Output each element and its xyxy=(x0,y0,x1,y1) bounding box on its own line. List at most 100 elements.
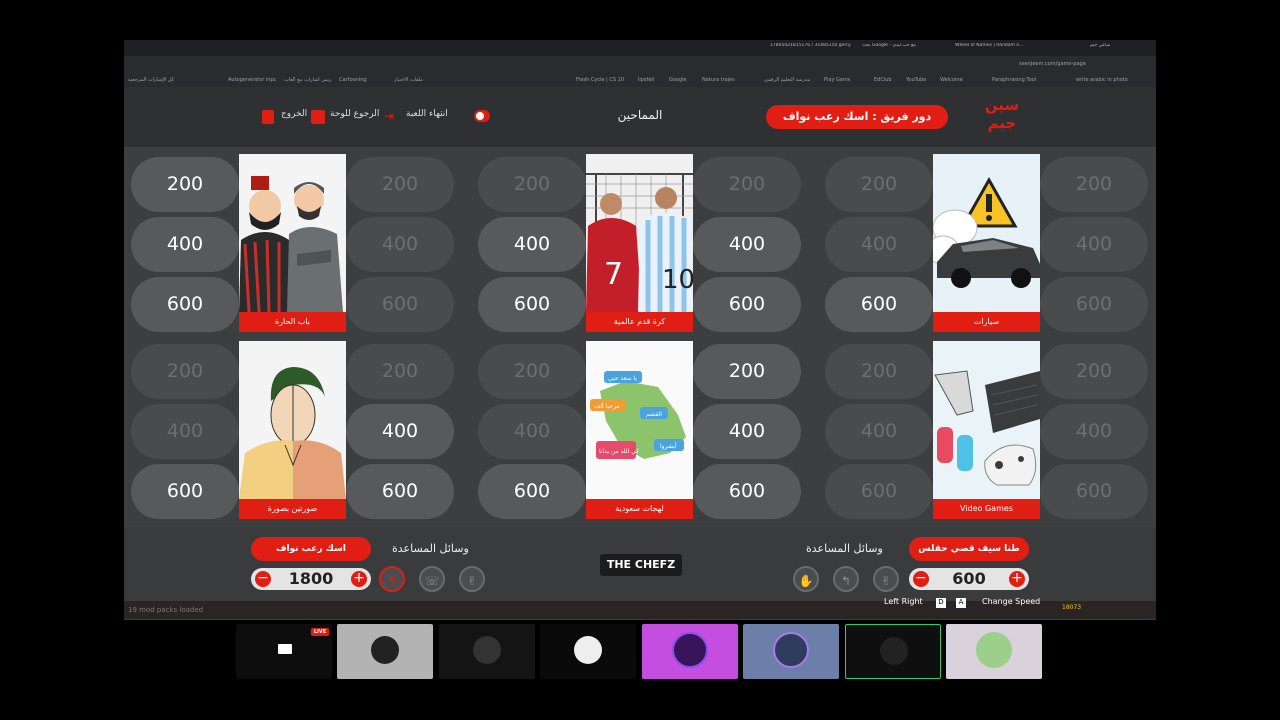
question-pill-used: 200 xyxy=(346,344,454,399)
category-label: سيارات xyxy=(933,312,1040,332)
map-bubble: يا سعد حيي xyxy=(608,375,637,382)
category-card-two-pictures: صورتين بصورة xyxy=(239,341,346,519)
right-team-name[interactable]: طنا سيف قصي حقلس xyxy=(909,537,1029,561)
left-help-title: وسائل المساعدة xyxy=(392,542,469,555)
increment-button[interactable]: + xyxy=(1009,571,1025,587)
url-text: seenjeem.com/game-page xyxy=(1019,61,1086,67)
left-team-name[interactable]: اسك رعب نواف xyxy=(251,537,371,561)
bookmark[interactable]: مدرسة التعليم الرقمي xyxy=(764,77,814,83)
live-badge: LIVE xyxy=(311,628,329,636)
question-pill-used: 200 xyxy=(1040,344,1148,399)
question-pill-600[interactable]: 600 xyxy=(825,277,933,332)
decrement-button[interactable]: − xyxy=(913,571,929,587)
increment-button[interactable]: + xyxy=(351,571,367,587)
question-pill-600[interactable]: 600 xyxy=(478,464,586,519)
participant-tile[interactable] xyxy=(439,624,535,679)
hand-aid-icon[interactable]: ✋ xyxy=(793,566,819,592)
call-aid-icon[interactable]: ☏ xyxy=(419,566,445,592)
question-pill-600[interactable]: 600 xyxy=(346,464,454,519)
question-pill-used: 400 xyxy=(478,404,586,459)
bookmark[interactable]: Fresh Cycle | CS 101 xyxy=(576,77,624,83)
avatar xyxy=(672,632,708,668)
bookmark[interactable]: Autogenerator input xyxy=(228,77,276,83)
question-pill-400[interactable]: 400 xyxy=(693,217,801,272)
category-label: لهجات سعودية xyxy=(586,499,693,519)
map-bubble: القشم xyxy=(646,411,662,418)
question-pill-used: 200 xyxy=(825,344,933,399)
participant-tile-speaking[interactable] xyxy=(845,624,941,679)
question-pill-400[interactable]: 400 xyxy=(478,217,586,272)
question-pill-600[interactable]: 600 xyxy=(693,277,801,332)
bookmark[interactable]: Google xyxy=(669,77,693,83)
bookmark[interactable]: Welcome xyxy=(940,77,966,83)
svg-text:7: 7 xyxy=(604,257,623,292)
question-pill-600[interactable]: 600 xyxy=(131,464,239,519)
bookmark[interactable]: Cartooning xyxy=(339,77,375,83)
question-pill-used: 600 xyxy=(346,277,454,332)
swap-aid-icon[interactable]: ↰ xyxy=(379,566,405,592)
avatar xyxy=(773,632,809,668)
cars-illustration xyxy=(933,154,1040,312)
map-bubble: أبشروا xyxy=(660,442,677,450)
question-pill-used: 200 xyxy=(131,344,239,399)
category-label: Video Games xyxy=(933,499,1040,519)
right-score: 600 xyxy=(952,569,986,588)
browser-tab[interactable]: بحث Google - مع حب ليدي xyxy=(862,43,950,53)
question-pill-400[interactable]: 400 xyxy=(346,404,454,459)
decrement-button[interactable]: − xyxy=(255,571,271,587)
browser-tab[interactable]: Wheel of Names | Random n... xyxy=(955,43,1043,53)
question-pill-used: 200 xyxy=(1040,157,1148,212)
avatar xyxy=(976,632,1012,668)
bookmark[interactable]: Paraphrasing Tool xyxy=(992,77,1044,83)
address-bar[interactable]: seenjeem.com/game-page xyxy=(124,56,1156,73)
question-pill-600[interactable]: 600 xyxy=(131,277,239,332)
exit-button[interactable]: الخروج xyxy=(281,109,307,119)
grid-icon xyxy=(311,110,325,124)
participant-tile[interactable] xyxy=(642,624,738,679)
swap-aid-icon[interactable]: ↰ xyxy=(833,566,859,592)
category-card-cars: سيارات xyxy=(933,154,1040,332)
sponsor-logo: THE CHEFZ xyxy=(600,554,682,576)
hand-aid-icon[interactable]: ✌ xyxy=(873,566,899,592)
question-pill-400[interactable]: 400 xyxy=(131,217,239,272)
overlay-text: Change Speed xyxy=(982,597,1041,606)
bookmark[interactable]: EdClub xyxy=(874,77,896,83)
browser-tab[interactable]: 17805021815176 / 31485150 gerry xyxy=(770,43,858,53)
bookmark[interactable]: Natura trajes xyxy=(702,77,738,83)
svg-text:10: 10 xyxy=(662,265,693,295)
map-bubble: كي الله من يدانا xyxy=(599,448,639,455)
door-icon xyxy=(262,110,274,124)
question-pill-used: 600 xyxy=(1040,464,1148,519)
end-game-button[interactable]: انتهاء اللعبة xyxy=(406,109,448,119)
question-pill-used: 200 xyxy=(346,157,454,212)
bookmark[interactable]: YouTube xyxy=(906,77,932,83)
question-pill-600[interactable]: 600 xyxy=(693,464,801,519)
bookmark[interactable]: write arabic in photo xyxy=(1076,77,1136,83)
question-pill-200[interactable]: 200 xyxy=(693,344,801,399)
bookmarks-bar: كل الإشارات المرجعية Autogenerator input… xyxy=(124,73,1156,87)
bookmark[interactable]: ملفات الاختبار xyxy=(394,77,442,83)
video-games-illustration xyxy=(933,341,1040,499)
hand-aid-icon[interactable]: ✌ xyxy=(459,566,485,592)
monitor-icon xyxy=(278,644,292,654)
participant-tile[interactable] xyxy=(946,624,1042,679)
bookmark[interactable]: Play Game xyxy=(824,77,850,83)
participant-tile[interactable] xyxy=(337,624,433,679)
end-game-toggle[interactable] xyxy=(474,110,490,122)
back-to-board-button[interactable]: الرجوع للوحة xyxy=(330,109,379,119)
bookmark[interactable]: تدريس اشارات مع ألعاب xyxy=(284,77,332,83)
browser-tab-active[interactable]: ساعي جيم xyxy=(1090,43,1140,53)
question-pill-200[interactable]: 200 xyxy=(131,157,239,212)
participant-tile[interactable] xyxy=(743,624,839,679)
page-title: المماحين xyxy=(617,108,663,122)
question-pill-used: 400 xyxy=(346,217,454,272)
participant-tile[interactable] xyxy=(540,624,636,679)
category-card-saudi-dialects: يا سعد حيي مرحبا ألف القشم أبشروا كي الل… xyxy=(586,341,693,519)
bookmark[interactable]: كل الإشارات المرجعية xyxy=(128,77,176,83)
question-pill-400[interactable]: 400 xyxy=(693,404,801,459)
category-card-bab-alhara: باب الحارة xyxy=(239,154,346,332)
category-label: صورتين بصورة xyxy=(239,499,346,519)
question-pill-600[interactable]: 600 xyxy=(478,277,586,332)
seen-jeem-logo: سين جيم xyxy=(984,96,1020,132)
bookmark[interactable]: lipsfell xyxy=(638,77,658,83)
